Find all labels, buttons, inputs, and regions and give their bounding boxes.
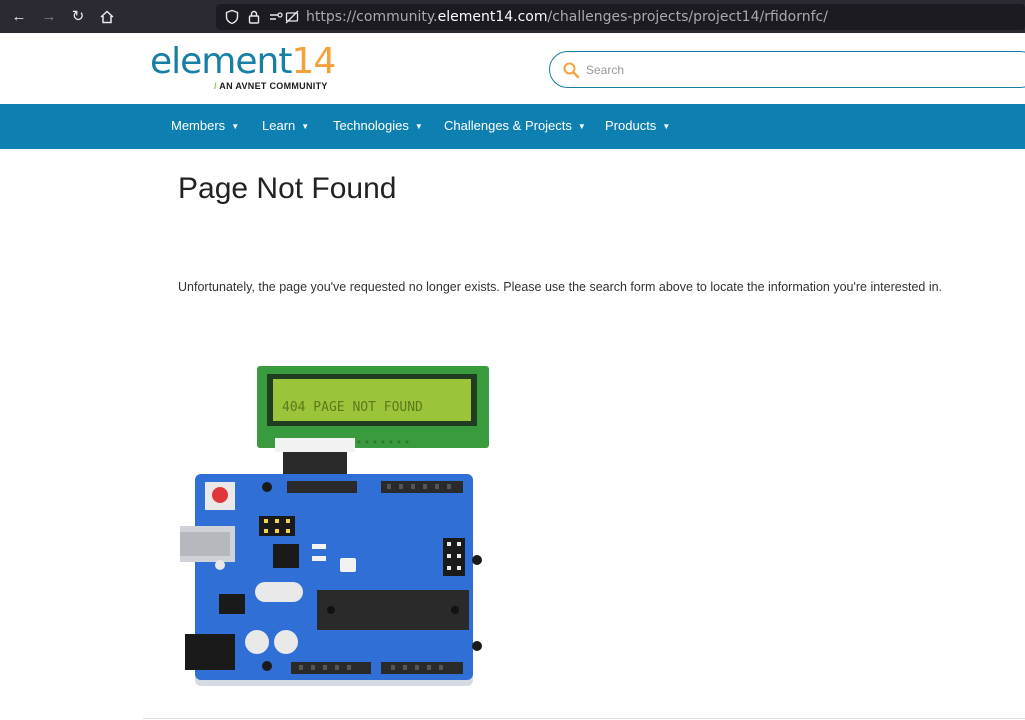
nav-challenges-projects[interactable]: Challenges & Projects ▼: [444, 118, 586, 133]
shield-icon[interactable]: [224, 9, 240, 25]
element14-logo[interactable]: element14 / AN AVNET COMMUNITY: [150, 44, 340, 95]
home-icon[interactable]: [98, 8, 116, 26]
lcd-text: 404 PAGE NOT FOUND: [282, 400, 423, 415]
nav-technologies[interactable]: Technologies ▼: [333, 118, 423, 133]
caret-down-icon: ▼: [301, 122, 310, 132]
caret-down-icon: ▼: [231, 122, 240, 132]
nav-products[interactable]: Products ▼: [605, 118, 670, 133]
main-nav: Members ▼ Learn ▼ Technologies ▼ Challenges…: [0, 104, 1025, 149]
reload-icon[interactable]: ↻: [69, 8, 87, 26]
permissions-icon[interactable]: [268, 9, 284, 25]
forward-icon[interactable]: →: [40, 8, 58, 26]
nav-members[interactable]: Members ▼: [171, 118, 239, 133]
lock-icon[interactable]: [246, 9, 262, 25]
divider: [143, 718, 1025, 719]
blocked-icon[interactable]: [284, 9, 300, 25]
arduino-board: [180, 474, 482, 686]
caret-down-icon: ▼: [414, 122, 423, 132]
back-icon[interactable]: ←: [10, 8, 28, 26]
page-title: Page Not Found: [178, 172, 397, 205]
nav-learn[interactable]: Learn ▼: [262, 118, 309, 133]
search-icon[interactable]: [562, 61, 580, 79]
url-text[interactable]: https://community.element14.com/challeng…: [306, 9, 828, 25]
browser-toolbar: ← → ↻ https://community.element14.com/ch…: [0, 0, 1025, 33]
caret-down-icon: ▼: [577, 122, 586, 132]
site-header: element14 / AN AVNET COMMUNITY: [0, 33, 1025, 104]
error-message: Unfortunately, the page you've requested…: [178, 280, 943, 294]
address-bar[interactable]: https://community.element14.com/challeng…: [216, 4, 1025, 30]
lcd-module: 404 PAGE NOT FOUND: [257, 366, 489, 486]
search-box[interactable]: [549, 51, 1025, 88]
search-input[interactable]: [586, 60, 1006, 80]
arduino-lcd-illustration: 404 PAGE NOT FOUND: [180, 366, 489, 686]
caret-down-icon: ▼: [662, 122, 671, 132]
